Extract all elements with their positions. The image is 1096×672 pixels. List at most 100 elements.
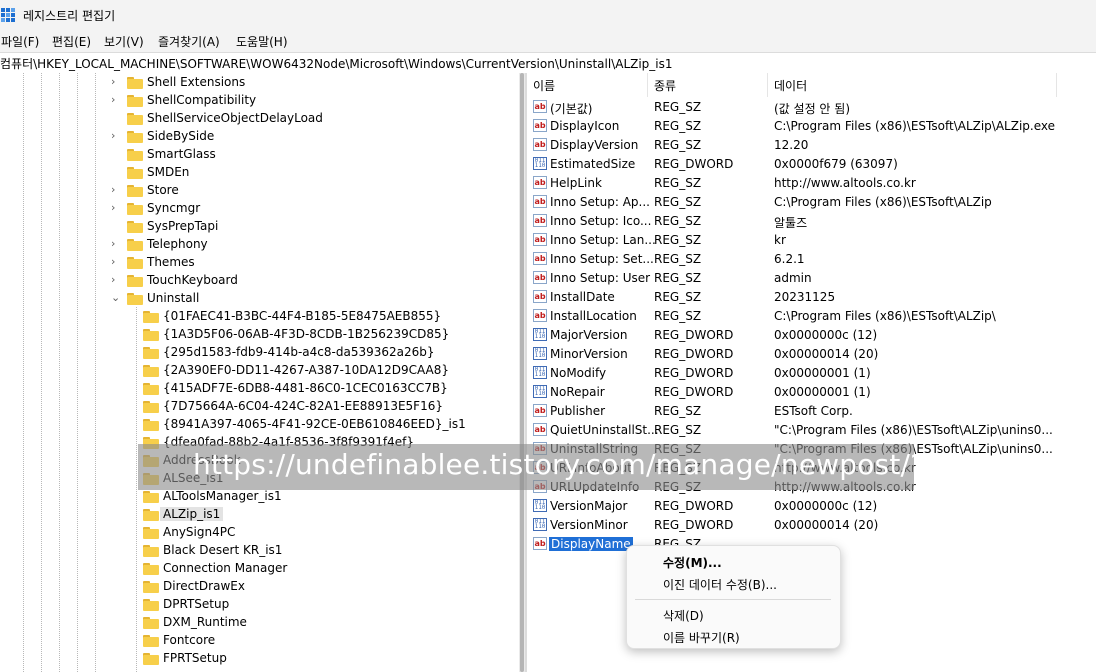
value-data: C:\Program Files (x86)\ESTsoft\ALZip\ALZ…: [774, 119, 1056, 133]
menu-favorites[interactable]: 즐겨찾기(A): [158, 33, 220, 50]
tree-scrollbar-thumb[interactable]: [520, 73, 524, 672]
string-value-icon: ab: [533, 404, 547, 417]
chevron-right-icon[interactable]: ›: [111, 184, 121, 196]
value-type: REG_SZ: [654, 271, 702, 285]
value-row[interactable]: ab Inno Setup: Ico... REG_SZ 알툴즈: [527, 212, 1096, 231]
column-name-label: 이름: [533, 79, 556, 93]
tree-item-label: Connection Manager: [163, 561, 288, 575]
value-name: Inno Setup: Ap...: [550, 195, 650, 209]
chevron-right-icon[interactable]: [111, 220, 121, 232]
chevron-right-icon[interactable]: ›: [111, 238, 121, 250]
value-row[interactable]: ab Inno Setup: User REG_SZ admin: [527, 269, 1096, 288]
value-data: "C:\Program Files (x86)\ESTsoft\ALZip\un…: [774, 423, 1053, 437]
chevron-right-icon[interactable]: [111, 112, 121, 124]
value-row[interactable]: ab Inno Setup: Lan... REG_SZ kr: [527, 231, 1096, 250]
address-bar[interactable]: 컴퓨터\HKEY_LOCAL_MACHINE\SOFTWARE\WOW6432N…: [0, 52, 1096, 74]
tree-item-label: {295d1583-fdb9-414b-a4c8-da539362a26b}: [163, 345, 435, 359]
value-name: NoRepair: [550, 385, 605, 399]
chevron-right-icon[interactable]: ›: [111, 76, 121, 88]
string-value-icon: ab: [533, 537, 547, 550]
value-data: (값 설정 안 됨): [774, 102, 851, 116]
value-row[interactable]: ab HelpLink REG_SZ http://www.altools.co.kr: [527, 174, 1096, 193]
value-row[interactable]: 011 110 MinorVersion REG_DWORD 0x00000014 (2…: [527, 345, 1096, 364]
value-row[interactable]: ab Inno Setup: Ap... REG_SZ C:\Program File…: [527, 193, 1096, 212]
menu-help[interactable]: 도움말(H): [236, 33, 288, 50]
chevron-right-icon[interactable]: ›: [111, 94, 121, 106]
tree-guide-line: [95, 73, 96, 672]
column-divider[interactable]: [1056, 73, 1057, 97]
folder-icon: [127, 275, 143, 287]
value-row[interactable]: ab QuietUninstallSt... REG_SZ "C:\Program F…: [527, 421, 1096, 440]
context-menu-modify-binary[interactable]: 이진 데이터 수정(B)...: [663, 576, 777, 593]
value-row[interactable]: ab Inno Setup: Set... REG_SZ 6.2.1: [527, 250, 1096, 269]
value-name: Publisher: [550, 404, 606, 418]
value-data: kr: [774, 233, 786, 247]
value-type: REG_SZ: [654, 119, 702, 133]
chevron-right-icon[interactable]: ›: [111, 130, 121, 142]
dword-value-icon: 011 110: [533, 347, 547, 360]
folder-icon: [143, 419, 159, 431]
chevron-right-icon[interactable]: [111, 148, 121, 160]
value-data: http://www.altools.co.kr: [774, 176, 916, 190]
value-row[interactable]: 011 110 MajorVersion REG_DWORD 0x0000000c (1…: [527, 326, 1096, 345]
value-row[interactable]: 011 110 EstimatedSize REG_DWORD 0x0000f679 (…: [527, 155, 1096, 174]
context-menu-modify[interactable]: 수정(M)...: [663, 554, 722, 571]
folder-icon: [143, 509, 159, 521]
value-name: VersionMinor: [550, 518, 628, 532]
chevron-down-icon[interactable]: ⌄: [111, 292, 121, 304]
folder-icon: [127, 113, 143, 125]
chevron-right-icon[interactable]: ›: [111, 256, 121, 268]
column-header-name[interactable]: 이름: [527, 73, 647, 97]
menu-view[interactable]: 보기(V): [104, 33, 144, 50]
window-title: 레지스트리 편집기: [23, 9, 116, 23]
value-row[interactable]: 011 110 NoRepair REG_DWORD 0x00000001 (1): [527, 383, 1096, 402]
string-value-icon: ab: [533, 423, 547, 436]
key-tree[interactable]: › Shell Extensions › ShellCompatibility Shel…: [0, 73, 519, 672]
string-value-icon: ab: [533, 290, 547, 303]
folder-icon: [143, 527, 159, 539]
tree-item-label: Themes: [147, 255, 195, 269]
value-row[interactable]: ab InstallLocation REG_SZ C:\Program Files …: [527, 307, 1096, 326]
value-data: 20231125: [774, 290, 836, 304]
dword-value-icon: 011 110: [533, 328, 547, 341]
value-type: REG_SZ: [654, 214, 702, 228]
value-row[interactable]: 011 110 VersionMinor REG_DWORD 0x00000014 (2…: [527, 516, 1096, 535]
column-header-type[interactable]: 종류: [648, 73, 767, 97]
column-header-data[interactable]: 데이터: [768, 73, 1056, 97]
tree-item-label: ShellCompatibility: [147, 93, 257, 107]
title-bar: 레지스트리 편집기: [0, 0, 1096, 30]
value-data: 6.2.1: [774, 252, 805, 266]
context-menu: 수정(M)... 이진 데이터 수정(B)... 삭제(D) 이름 바꾸기(R): [626, 545, 841, 649]
value-row[interactable]: 011 110 NoModify REG_DWORD 0x00000001 (1): [527, 364, 1096, 383]
value-row[interactable]: ab Publisher REG_SZ ESTsoft Corp.: [527, 402, 1096, 421]
string-value-icon: ab: [533, 138, 547, 151]
address-path[interactable]: 컴퓨터\HKEY_LOCAL_MACHINE\SOFTWARE\WOW6432N…: [0, 55, 673, 72]
dword-value-icon: 011 110: [533, 499, 547, 512]
column-type-label: 종류: [654, 79, 677, 93]
watermark-text: https://undefinablee.tistory.com/manage/…: [193, 448, 937, 481]
value-data: 0x00000014 (20): [774, 347, 879, 361]
context-menu-rename[interactable]: 이름 바꾸기(R): [663, 629, 740, 646]
value-name: Inno Setup: Set...: [550, 252, 654, 266]
value-name: VersionMajor: [550, 499, 628, 513]
value-row[interactable]: ab InstallDate REG_SZ 20231125: [527, 288, 1096, 307]
value-row[interactable]: ab DisplayVersion REG_SZ 12.20: [527, 136, 1096, 155]
tree-item-label: Black Desert KR_is1: [163, 543, 283, 557]
tree-item-label: DirectDrawEx: [163, 579, 245, 593]
tree-guide-line: [23, 73, 24, 672]
value-row[interactable]: ab (기본값) REG_SZ (값 설정 안 됨): [527, 98, 1096, 117]
string-value-icon: ab: [533, 214, 547, 227]
chevron-right-icon[interactable]: ›: [111, 274, 121, 286]
chevron-right-icon[interactable]: ›: [111, 202, 121, 214]
menu-edit[interactable]: 편집(E): [52, 33, 91, 50]
value-row[interactable]: ab DisplayIcon REG_SZ C:\Program Files (x86…: [527, 117, 1096, 136]
chevron-right-icon[interactable]: [111, 166, 121, 178]
folder-icon: [143, 545, 159, 557]
value-type: REG_DWORD: [654, 328, 734, 342]
tree-item-label: Uninstall: [147, 291, 200, 305]
folder-icon: [143, 491, 159, 503]
context-menu-delete[interactable]: 삭제(D): [663, 607, 704, 624]
value-row[interactable]: 011 110 VersionMajor REG_DWORD 0x0000000c (1…: [527, 497, 1096, 516]
tree-guide-line: [41, 73, 42, 672]
menu-file[interactable]: 파일(F): [1, 33, 39, 50]
